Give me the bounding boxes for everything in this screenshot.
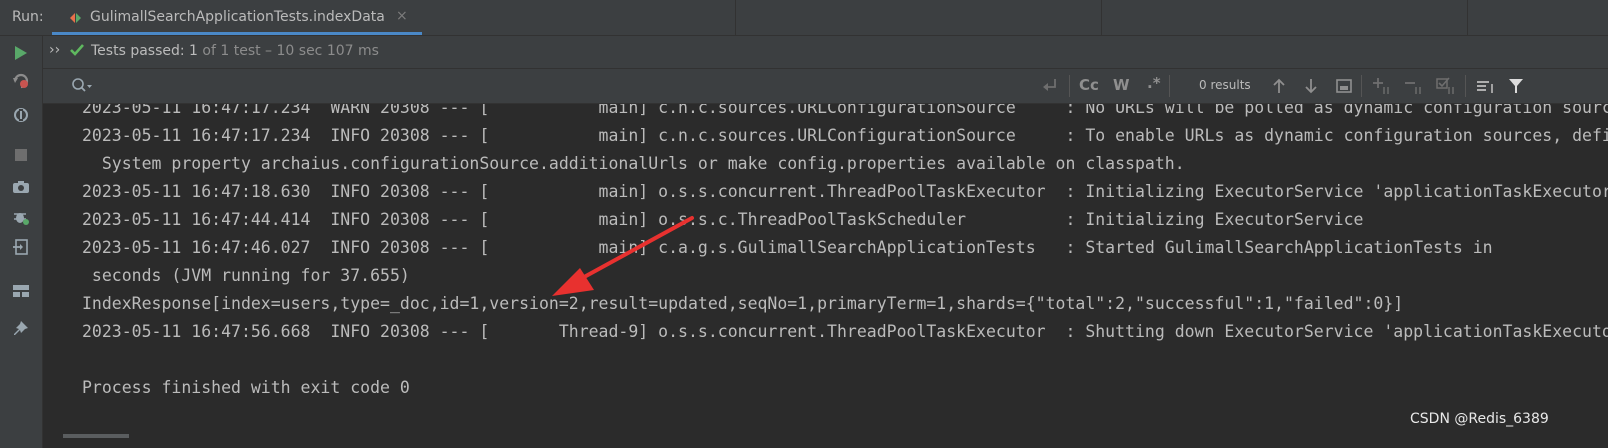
regex-toggle[interactable]: .* [1147, 74, 1161, 96]
divider [1465, 75, 1466, 97]
import-icon[interactable] [10, 236, 32, 258]
search-results-count: 0 results [1199, 78, 1251, 92]
filter-icon[interactable] [1507, 75, 1525, 97]
left-toolbar [0, 36, 43, 448]
select-all-icon[interactable] [1335, 75, 1353, 97]
remove-occurrence-icon[interactable] [1403, 75, 1425, 97]
search-icon[interactable] [71, 77, 93, 93]
console-search-bar: Cc W .* 0 results [43, 69, 1608, 104]
run-label: Run: [12, 9, 44, 25]
console-line: 2023-05-11 16:47:17.234 INFO 20308 --- [… [82, 126, 1608, 145]
screenshot-icon[interactable] [10, 176, 32, 198]
tab-title: GulimallSearchApplicationTests.indexData [90, 9, 385, 25]
select-all-occurrences-icon[interactable] [1435, 75, 1457, 97]
console-line: 2023-05-11 16:47:56.668 INFO 20308 --- [… [82, 322, 1608, 341]
run-tool-window-header: Run: GulimallSearchApplicationTests.inde… [0, 0, 1608, 36]
console-output[interactable]: 2023-05-11 16:47:17.234 WARN 20308 --- [… [43, 104, 1608, 434]
divider [1467, 0, 1468, 35]
new-line-icon[interactable] [1041, 75, 1059, 97]
rerun-failed-icon[interactable] [10, 70, 32, 92]
test-duration: of 1 test – 10 sec 107 ms [197, 43, 379, 59]
console-line: Process finished with exit code 0 [82, 378, 410, 397]
run-icon[interactable] [10, 42, 32, 64]
arrow-up-icon[interactable] [1271, 75, 1287, 97]
words-toggle[interactable]: W [1113, 76, 1130, 98]
sort-lines-icon[interactable] [1475, 75, 1497, 97]
debug-icon[interactable] [10, 206, 32, 228]
console-line: 2023-05-11 16:47:18.630 INFO 20308 --- [… [82, 182, 1608, 201]
layout-icon[interactable] [10, 280, 32, 302]
tests-passed-label: Tests passed: [91, 43, 190, 59]
divider [1169, 75, 1170, 97]
test-status-text: Tests passed: 1 of 1 test – 10 sec 107 m… [91, 43, 379, 59]
divider [1069, 75, 1070, 97]
toggle-auto-test-icon[interactable] [10, 104, 32, 126]
add-occurrence-icon[interactable] [1371, 75, 1393, 97]
console-line: seconds (JVM running for 37.655) [82, 266, 410, 285]
match-case-toggle[interactable]: Cc [1079, 76, 1099, 98]
divider [1101, 0, 1102, 35]
horizontal-scrollbar[interactable] [43, 434, 1608, 448]
console-line: 2023-05-11 16:47:46.027 INFO 20308 --- [… [82, 238, 1493, 257]
stop-icon[interactable] [10, 144, 32, 166]
scrollbar-thumb[interactable] [63, 434, 129, 438]
watermark: CSDN @Redis_6389 [1410, 411, 1549, 427]
expand-tree-icon[interactable]: ›› [49, 42, 60, 58]
tab-run-configuration[interactable]: GulimallSearchApplicationTests.indexData… [52, 0, 422, 35]
divider [1361, 75, 1362, 97]
console-line: IndexResponse[index=users,type=_doc,id=1… [82, 294, 1404, 313]
test-status-bar: ›› Tests passed: 1 of 1 test – 10 sec 10… [43, 36, 1608, 69]
console-line: 2023-05-11 16:47:17.234 WARN 20308 --- [… [82, 104, 1608, 117]
check-icon [70, 44, 84, 56]
arrow-down-icon[interactable] [1303, 75, 1319, 97]
close-icon[interactable]: × [396, 8, 408, 24]
pin-icon[interactable] [10, 318, 32, 340]
console-line: 2023-05-11 16:47:44.414 INFO 20308 --- [… [82, 210, 1364, 229]
tab-active-underline [52, 32, 422, 35]
console-line: System property archaius.configurationSo… [82, 154, 1185, 173]
divider [735, 0, 736, 35]
test-config-icon [70, 13, 81, 23]
tests-passed-count: 1 [189, 43, 198, 59]
